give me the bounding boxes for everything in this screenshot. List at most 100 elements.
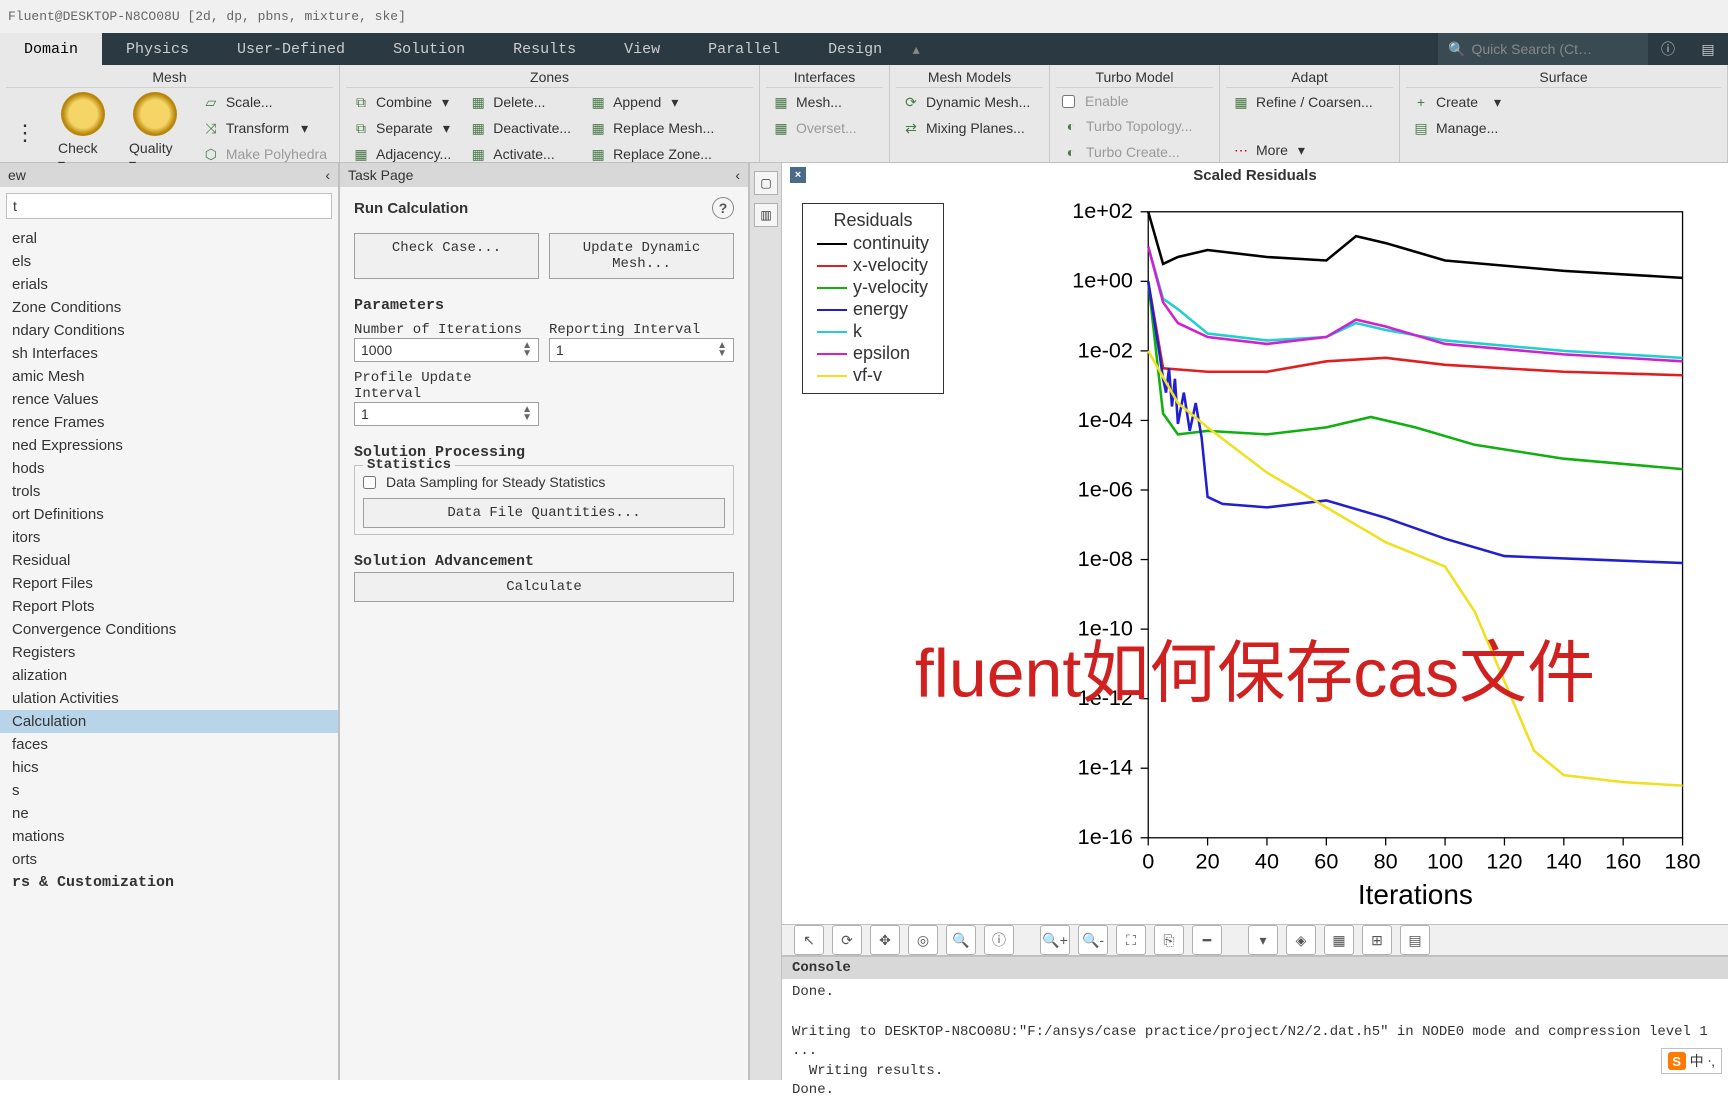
tab-domain[interactable]: Domain: [0, 33, 102, 65]
calculate-button[interactable]: Calculate: [354, 572, 734, 602]
tab-results[interactable]: Results: [489, 33, 600, 65]
tree-item[interactable]: orts: [0, 848, 338, 871]
enable-checkbox[interactable]: [1062, 95, 1075, 108]
refine-button[interactable]: ▦Refine / Coarsen...: [1226, 90, 1393, 114]
cube-icon[interactable]: ◈: [1286, 925, 1316, 955]
tab-solution[interactable]: Solution: [369, 33, 489, 65]
surface-create-button[interactable]: +Create▾: [1406, 90, 1721, 114]
collapse-icon[interactable]: ‹: [325, 167, 330, 183]
update-dynamic-mesh-button[interactable]: Update Dynamic Mesh...: [549, 233, 734, 279]
axes-icon[interactable]: ⊞: [1362, 925, 1392, 955]
data-file-quantities-button[interactable]: Data File Quantities...: [363, 498, 725, 528]
surface-manage-button[interactable]: ▤Manage...: [1406, 116, 1721, 140]
overset-button[interactable]: ▦Overset...: [766, 116, 883, 140]
tree-item[interactable]: alization: [0, 664, 338, 687]
menu-caret-icon[interactable]: ▴: [906, 33, 926, 65]
delete-button[interactable]: ▦Delete...: [463, 90, 577, 114]
view-icon[interactable]: ▦: [1324, 925, 1354, 955]
rotate-icon[interactable]: ⟳: [832, 925, 862, 955]
tab-design[interactable]: Design: [804, 33, 906, 65]
interfaces-mesh-button[interactable]: ▦Mesh...: [766, 90, 883, 114]
scale-button[interactable]: ▱Scale...: [196, 90, 333, 114]
mixing-planes-button[interactable]: ⇄Mixing Planes...: [896, 116, 1043, 140]
ime-text: 中 ᐧ,: [1690, 1051, 1715, 1071]
tree-item[interactable]: Convergence Conditions: [0, 618, 338, 641]
outline-filter-input[interactable]: t: [6, 193, 332, 219]
separate-button[interactable]: ⧉Separate▾: [346, 116, 457, 140]
probe-icon[interactable]: ⓘ: [984, 925, 1014, 955]
tree-item[interactable]: Report Files: [0, 572, 338, 595]
svg-text:1e-02: 1e-02: [1078, 337, 1133, 362]
tab-parallel[interactable]: Parallel: [684, 33, 804, 65]
ime-indicator[interactable]: S 中 ᐧ,: [1661, 1048, 1722, 1074]
tree-item[interactable]: Calculation: [0, 710, 338, 733]
layout-single-icon[interactable]: ▢: [754, 171, 778, 195]
tree-item[interactable]: rence Values: [0, 388, 338, 411]
turbo-topology-button[interactable]: ◐Turbo Topology...: [1056, 114, 1213, 138]
save-image-icon[interactable]: ▤: [1400, 925, 1430, 955]
replace-zone-button[interactable]: ▦Replace Zone...: [583, 142, 720, 166]
tree-item[interactable]: Report Plots: [0, 595, 338, 618]
deactivate-button[interactable]: ▦Deactivate...: [463, 116, 577, 140]
ruler-icon[interactable]: ━: [1192, 925, 1222, 955]
tree-item[interactable]: ulation Activities: [0, 687, 338, 710]
tree-item[interactable]: ndary Conditions: [0, 319, 338, 342]
tree-item[interactable]: sh Interfaces: [0, 342, 338, 365]
tab-view[interactable]: View: [600, 33, 684, 65]
tree-item[interactable]: mations: [0, 825, 338, 848]
transform-button[interactable]: ⤨Transform▾: [196, 116, 333, 140]
panel-toggle-icon[interactable]: ▤: [1688, 33, 1728, 65]
tree-item[interactable]: itors: [0, 526, 338, 549]
tree-item[interactable]: ned Expressions: [0, 434, 338, 457]
close-icon[interactable]: ×: [790, 167, 806, 183]
tab-physics[interactable]: Physics: [102, 33, 213, 65]
adjacency-button[interactable]: ▦Adjacency...: [346, 142, 457, 166]
help-icon[interactable]: ⓘ: [1648, 33, 1688, 65]
graphics-vtoolbar: ▢ ▥: [750, 163, 782, 1080]
tree-item[interactable]: Residual: [0, 549, 338, 572]
tree-item[interactable]: trols: [0, 480, 338, 503]
data-sampling-checkbox[interactable]: Data Sampling for Steady Statistics: [363, 472, 725, 492]
outline-tree[interactable]: eralelserialsZone Conditionsndary Condit…: [0, 225, 338, 1082]
tree-item[interactable]: ne: [0, 802, 338, 825]
quick-search-input[interactable]: 🔍 Quick Search (Ct…: [1438, 33, 1648, 65]
zoom-icon[interactable]: 🔍: [946, 925, 976, 955]
activate-button[interactable]: ▦Activate...: [463, 142, 577, 166]
tree-item[interactable]: rence Frames: [0, 411, 338, 434]
num-iterations-input[interactable]: 1000▲▼: [354, 338, 539, 362]
profile-interval-input[interactable]: 1▲▼: [354, 402, 539, 426]
layout-split-icon[interactable]: ▥: [754, 203, 778, 227]
tree-item[interactable]: amic Mesh: [0, 365, 338, 388]
append-button[interactable]: ▦Append▾: [583, 90, 720, 114]
check-case-button[interactable]: Check Case...: [354, 233, 539, 279]
zoom-in-icon[interactable]: 🔍+: [1040, 925, 1070, 955]
tree-item[interactable]: ort Definitions: [0, 503, 338, 526]
combine-button[interactable]: ⧉Combine▾: [346, 90, 457, 114]
tree-item[interactable]: s: [0, 779, 338, 802]
tree-item[interactable]: eral: [0, 227, 338, 250]
tree-item[interactable]: rs & Customization: [0, 871, 338, 894]
dynamic-mesh-button[interactable]: ⟳Dynamic Mesh...: [896, 90, 1043, 114]
fit-icon[interactable]: ⛶: [1116, 925, 1146, 955]
zoom-out-icon[interactable]: 🔍-: [1078, 925, 1108, 955]
orbit-icon[interactable]: ◎: [908, 925, 938, 955]
pan-icon[interactable]: ✥: [870, 925, 900, 955]
tree-item[interactable]: erials: [0, 273, 338, 296]
tree-item[interactable]: Registers: [0, 641, 338, 664]
tab-user-defined[interactable]: User-Defined: [213, 33, 369, 65]
turbo-create-button[interactable]: ◐Turbo Create...: [1056, 140, 1213, 164]
tree-item[interactable]: faces: [0, 733, 338, 756]
replace-mesh-button[interactable]: ▦Replace Mesh...: [583, 116, 720, 140]
tree-item[interactable]: Zone Conditions: [0, 296, 338, 319]
help-icon[interactable]: ?: [712, 197, 734, 219]
clip-icon[interactable]: ▾: [1248, 925, 1278, 955]
turbo-enable-checkbox[interactable]: Enable: [1056, 90, 1213, 112]
adapt-more-button[interactable]: ⋯More▾: [1226, 138, 1393, 162]
pointer-icon[interactable]: ↖: [794, 925, 824, 955]
collapse-icon[interactable]: ‹: [735, 167, 740, 183]
tree-item[interactable]: hods: [0, 457, 338, 480]
reporting-interval-input[interactable]: 1▲▼: [549, 338, 734, 362]
tree-item[interactable]: hics: [0, 756, 338, 779]
tree-item[interactable]: els: [0, 250, 338, 273]
copy-icon[interactable]: ⎘: [1154, 925, 1184, 955]
